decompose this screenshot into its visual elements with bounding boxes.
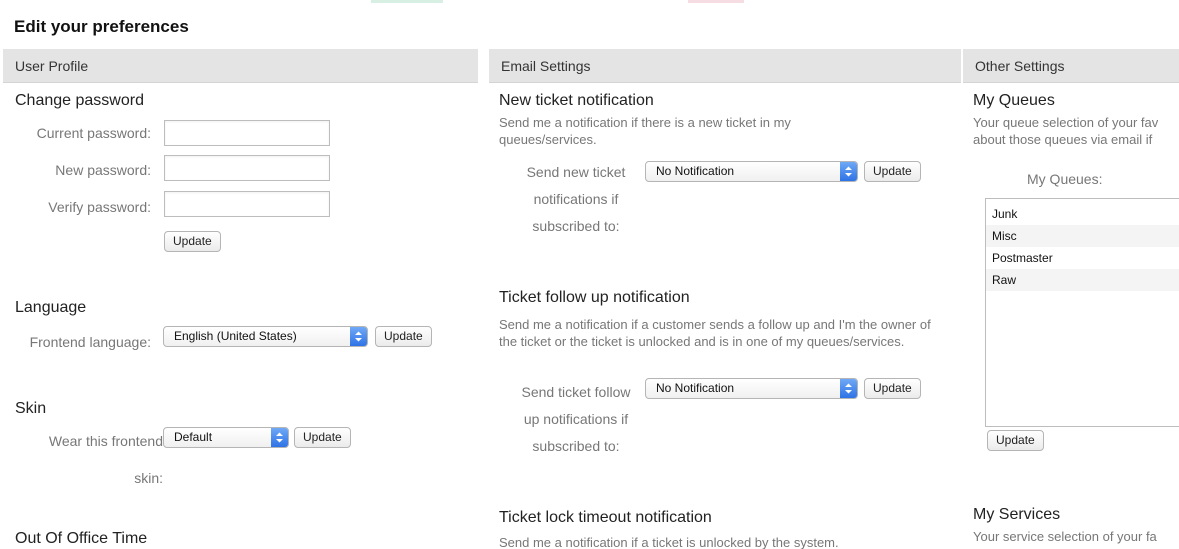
frontend-language-label: Frontend language: <box>29 334 151 350</box>
language-title: Language <box>15 299 87 316</box>
frontend-language-value: English (United States) <box>174 329 297 343</box>
follow-up-update-button[interactable]: Update <box>864 378 921 399</box>
new-ticket-label-line2: notifications if <box>533 191 619 207</box>
follow-up-value: No Notification <box>656 381 735 395</box>
new-ticket-description: Send me a notification if there is a new… <box>499 115 791 147</box>
new-ticket-label-line1: Send new ticket <box>526 164 626 180</box>
follow-up-select[interactable]: No Notification <box>645 378 858 399</box>
new-ticket-value: No Notification <box>656 164 735 178</box>
top-accent-pink <box>688 0 744 3</box>
change-password-title: Change password <box>15 92 144 109</box>
new-password-field[interactable] <box>164 155 330 181</box>
frontend-language-select[interactable]: English (United States) <box>163 326 368 347</box>
email-settings-column: Email Settings New ticket notification S… <box>489 49 961 549</box>
new-ticket-update-button[interactable]: Update <box>864 161 921 182</box>
other-settings-column: Other Settings My Queues Your queue sele… <box>963 49 1179 549</box>
new-ticket-title: New ticket notification <box>499 92 654 109</box>
follow-up-label-line2: up notifications if <box>523 411 629 427</box>
out-of-office-title: Out Of Office Time <box>15 530 148 547</box>
follow-up-description: Send me a notification if a customer sen… <box>499 317 931 349</box>
follow-up-title: Ticket follow up notification <box>499 289 690 306</box>
verify-password-field[interactable] <box>164 191 330 217</box>
new-password-label: New password: <box>55 162 151 178</box>
my-services-description: Your service selection of your fa <box>973 529 1157 544</box>
page-title: Edit your preferences <box>14 17 189 36</box>
select-arrows-icon <box>840 162 857 181</box>
skin-title: Skin <box>15 400 47 417</box>
other-settings-body: My Queues Your queue selection of your f… <box>963 83 1179 549</box>
new-ticket-select[interactable]: No Notification <box>645 161 858 182</box>
email-settings-header: Email Settings <box>489 49 961 83</box>
email-settings-body: New ticket notification Send me a notifi… <box>489 83 961 549</box>
current-password-label: Current password: <box>36 125 151 141</box>
my-queues-description: Your queue selection of your fav about t… <box>973 115 1159 147</box>
user-profile-body: Change password Current password: New pa… <box>3 83 478 549</box>
new-ticket-label: Send new ticket notifications if subscri… <box>511 159 641 240</box>
new-ticket-label-line3: subscribed to: <box>532 218 620 234</box>
my-queues-update-button[interactable]: Update <box>987 430 1044 451</box>
verify-password-label: Verify password: <box>48 199 151 215</box>
my-queues-list[interactable]: Junk Misc Postmaster Raw <box>985 198 1179 427</box>
skin-label-line2: skin: <box>134 470 163 486</box>
skin-label-line1: Wear this frontend <box>48 433 163 449</box>
follow-up-label-line1: Send ticket follow <box>521 384 631 400</box>
user-profile-header: User Profile <box>3 49 478 83</box>
skin-update-button[interactable]: Update <box>294 427 351 448</box>
language-update-button[interactable]: Update <box>375 326 432 347</box>
skin-value: Default <box>174 430 213 444</box>
select-arrows-icon <box>840 379 857 398</box>
other-settings-header: Other Settings <box>963 49 1179 83</box>
skin-label: Wear this frontend skin: <box>23 428 163 492</box>
follow-up-label: Send ticket follow up notifications if s… <box>511 379 641 460</box>
queue-item-junk[interactable]: Junk <box>986 203 1179 225</box>
lock-timeout-title: Ticket lock timeout notification <box>499 509 712 526</box>
select-arrows-icon <box>350 327 367 346</box>
select-arrows-icon <box>271 428 288 447</box>
my-queues-title: My Queues <box>973 92 1055 109</box>
change-password-update-button[interactable]: Update <box>164 231 221 252</box>
queue-item-raw[interactable]: Raw <box>986 269 1179 291</box>
follow-up-label-line3: subscribed to: <box>532 438 620 454</box>
skin-select[interactable]: Default <box>163 427 289 448</box>
queue-item-postmaster[interactable]: Postmaster <box>986 247 1179 269</box>
queue-item-misc[interactable]: Misc <box>986 225 1179 247</box>
current-password-field[interactable] <box>164 120 330 146</box>
top-accent-green <box>371 0 443 3</box>
my-queues-label: My Queues: <box>1027 171 1103 187</box>
my-services-title: My Services <box>973 506 1061 523</box>
user-profile-column: User Profile Change password Current pas… <box>3 49 478 549</box>
